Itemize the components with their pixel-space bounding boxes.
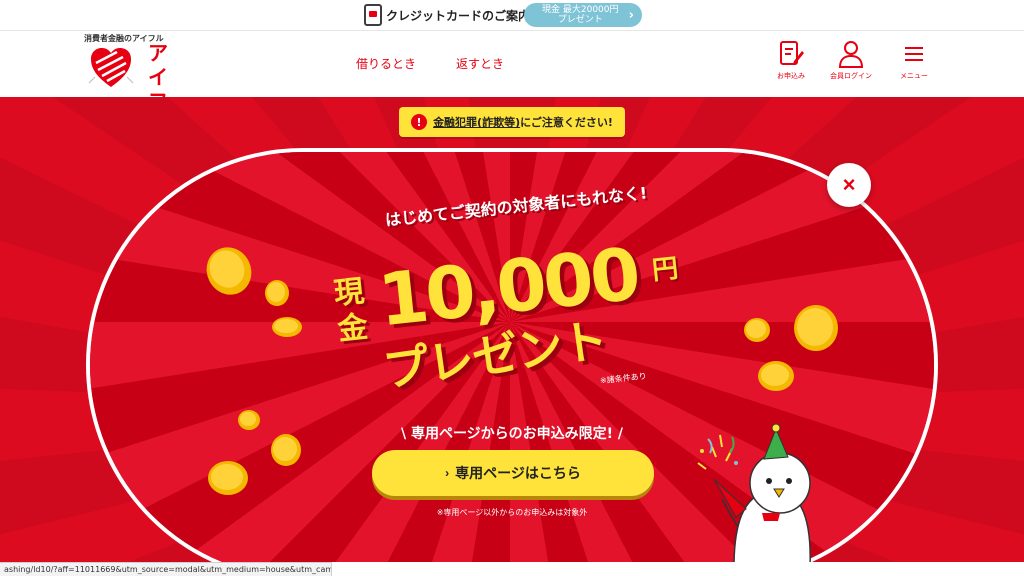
eligibility-footnote: ※専用ページ以外からのお申込みは対象外 — [436, 508, 588, 517]
cash-present-line2: プレゼント — [557, 15, 603, 25]
yen-unit: 円 — [650, 253, 680, 287]
status-bar-url: ashing/ld10/?aff=11011669&utm_source=mod… — [0, 562, 332, 576]
coin-icon — [272, 317, 302, 337]
credit-card-link[interactable]: クレジットカードのご案内 — [364, 3, 530, 27]
top-promo-strip: クレジットカードのご案内 現金 最大20000円 プレゼント › — [0, 0, 1024, 31]
coin-icon — [206, 247, 252, 295]
user-icon — [838, 41, 864, 68]
credit-card-link-label: クレジットカードのご案内 — [386, 8, 531, 23]
credit-card-icon — [364, 4, 382, 26]
apply-button[interactable]: お申込み — [763, 39, 819, 87]
menu-label: メニュー — [900, 72, 928, 80]
nav-borrow[interactable]: 借りるとき — [356, 55, 416, 72]
coin-icon — [208, 461, 248, 495]
chevron-right-icon: › — [445, 466, 450, 480]
coin-icon — [265, 280, 289, 306]
alert-icon: ! — [411, 114, 428, 130]
menu-button[interactable]: メニュー — [886, 39, 942, 87]
hamburger-menu-icon — [905, 47, 923, 61]
aiful-logo-icon[interactable] — [87, 43, 135, 91]
close-modal-button[interactable]: × — [827, 163, 871, 207]
coin-icon — [794, 305, 838, 351]
bird-mascot-icon — [697, 423, 811, 562]
close-icon: × — [842, 172, 856, 197]
coin-icon — [758, 361, 794, 391]
apply-label: お申込み — [777, 72, 805, 80]
limited-offer-text: \ 専用ページからのお申込み限定! / — [400, 426, 624, 442]
fraud-alert-banner[interactable]: ! 金融犯罪(詐欺等)にご注意ください! — [399, 107, 625, 137]
cash-present-line1: 現金 最大20000円 — [542, 5, 619, 15]
application-form-icon — [780, 41, 804, 65]
member-login-button[interactable]: 会員ログイン — [823, 39, 879, 87]
cash-present-button[interactable]: 現金 最大20000円 プレゼント › — [524, 3, 642, 27]
coin-icon — [238, 410, 260, 430]
site-header: 消費者金融のアイフル アイフル 借りるとき 返すとき お申込み 会員ログイン メ… — [0, 31, 1024, 137]
fraud-alert-text: にご注意ください! — [520, 116, 613, 129]
nav-return[interactable]: 返すとき — [456, 55, 504, 72]
coin-icon — [271, 434, 301, 466]
special-page-button[interactable]: › 専用ページはこちら — [372, 450, 654, 496]
coin-icon — [744, 318, 770, 342]
special-page-button-label: 専用ページはこちら — [455, 465, 581, 481]
member-login-label: 会員ログイン — [830, 72, 872, 80]
hero-overlay: ! 金融犯罪(詐欺等)にご注意ください! × はじめてご契約の対象者にもれなく!… — [0, 97, 1024, 562]
fraud-alert-link[interactable]: 金融犯罪(詐欺等) — [433, 116, 520, 129]
chevron-right-icon: › — [628, 8, 634, 23]
